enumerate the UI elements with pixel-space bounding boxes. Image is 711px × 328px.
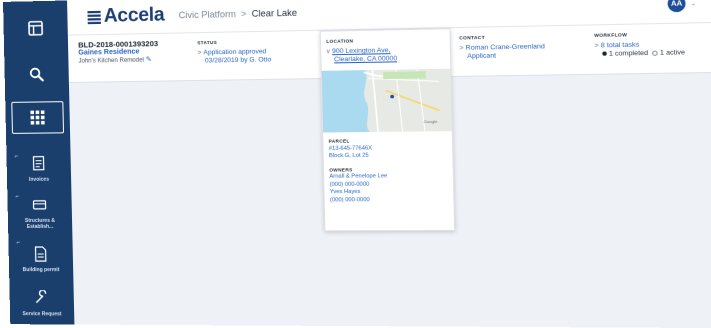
address-line-2[interactable]: Clearlake, CA 00000 xyxy=(327,54,445,64)
contact-column: CONTACT >Roman Crane-Greenland Applicant xyxy=(459,33,545,62)
location-header: LOCATION xyxy=(326,36,444,46)
contact-role: Applicant xyxy=(460,51,546,61)
svg-text:Google: Google xyxy=(424,119,439,124)
sidebar-item-building-permit[interactable]: ⌐ Building permit xyxy=(14,238,67,278)
address-line-1[interactable]: 900 Lexington Ave, xyxy=(332,47,391,55)
sidebar-item-structures[interactable]: ⌐ Structures & Establish... xyxy=(13,192,66,232)
workflow-completed: 1 completed xyxy=(609,50,648,58)
sidebar-item-label: Service Request xyxy=(23,311,62,317)
chevron-right-icon[interactable]: > xyxy=(594,42,598,49)
main-content: BLD-2018-0001393203 Gaines Residence Joh… xyxy=(68,22,711,328)
apps-grid-icon xyxy=(26,106,49,128)
completed-dot-icon xyxy=(602,52,607,56)
sidebar-item-invoices[interactable]: ⌐ Invoices xyxy=(12,151,65,184)
accela-logo[interactable]: Accela xyxy=(87,4,164,28)
pin-icon: ⌐ xyxy=(16,240,20,246)
location-column: LOCATION v900 Lexington Ave, Clearlake, … xyxy=(321,29,450,64)
chevron-right-icon[interactable]: > xyxy=(459,45,463,52)
building-permit-icon xyxy=(29,243,52,265)
breadcrumb-item-civic-platform[interactable]: Civic Platform xyxy=(179,9,236,20)
dashboard-icon xyxy=(24,17,47,40)
owner-2-phone: (000) 000-0000 xyxy=(330,196,448,204)
location-map[interactable]: Google xyxy=(322,69,452,133)
logo-text: Accela xyxy=(104,4,165,28)
contact-header: CONTACT xyxy=(459,33,545,43)
sidebar-item-label: Structures & Establish... xyxy=(14,218,66,230)
contact-name[interactable]: Roman Crane-Greenland xyxy=(466,43,545,52)
accela-logo-icon xyxy=(87,10,100,23)
service-request-icon xyxy=(30,287,53,309)
workflow-tasks[interactable]: 8 total tasks xyxy=(601,41,640,49)
sidebar-item-dashboard[interactable] xyxy=(9,15,62,42)
breadcrumb-item-current: Clear Lake xyxy=(252,8,298,19)
record-description: John's Kitchen Remodel xyxy=(78,57,144,64)
active-dot-icon xyxy=(652,50,658,55)
sidebar: ⌐ Invoices ⌐ Structures & Establish... ⌐… xyxy=(3,0,74,324)
breadcrumb-separator: > xyxy=(241,9,247,19)
workflow-column: WORKFLOW >8 total tasks 1 completed 1 ac… xyxy=(594,30,685,59)
avatar[interactable]: AA xyxy=(667,0,685,12)
invoice-icon xyxy=(27,153,50,175)
sidebar-item-service-request[interactable]: Service Request xyxy=(15,282,68,322)
status-header: STATUS xyxy=(197,38,271,48)
status-text[interactable]: Application approved xyxy=(203,48,266,56)
workflow-active: 1 active xyxy=(660,49,685,57)
pin-icon: ⌐ xyxy=(14,154,18,160)
location-panel: LOCATION v900 Lexington Ave, Clearlake, … xyxy=(320,28,455,231)
record-identity: BLD-2018-0001393203 Gaines Residence Joh… xyxy=(78,40,159,66)
parcel-section: PARCEL #13-645-77646X Block G, Lot 25 xyxy=(323,131,452,161)
status-column: STATUS >Application approved 03/28/2019 … xyxy=(197,38,271,66)
chevron-right-icon[interactable]: > xyxy=(197,49,201,56)
breadcrumb: Civic Platform > Clear Lake xyxy=(179,8,298,21)
sidebar-item-label: Invoices xyxy=(29,177,49,183)
sidebar-item-search[interactable] xyxy=(10,61,63,88)
search-icon xyxy=(25,63,48,85)
chevron-down-icon[interactable]: ⌄ xyxy=(690,0,697,8)
sidebar-item-label: Building permit xyxy=(23,267,60,273)
workflow-header: WORKFLOW xyxy=(594,30,685,40)
app-window: ⌐ Invoices ⌐ Structures & Establish... ⌐… xyxy=(3,0,711,328)
structure-icon xyxy=(28,194,51,216)
sidebar-item-apps[interactable] xyxy=(11,101,64,134)
chevron-down-icon[interactable]: v xyxy=(326,48,330,55)
status-date: 03/28/2019 by G. Otto xyxy=(198,56,272,65)
pin-icon: ⌐ xyxy=(15,194,19,200)
edit-icon[interactable]: ✎ xyxy=(146,56,152,63)
owners-section: OWNERS Arnall & Penelope Lee (000) 000-0… xyxy=(324,160,454,205)
